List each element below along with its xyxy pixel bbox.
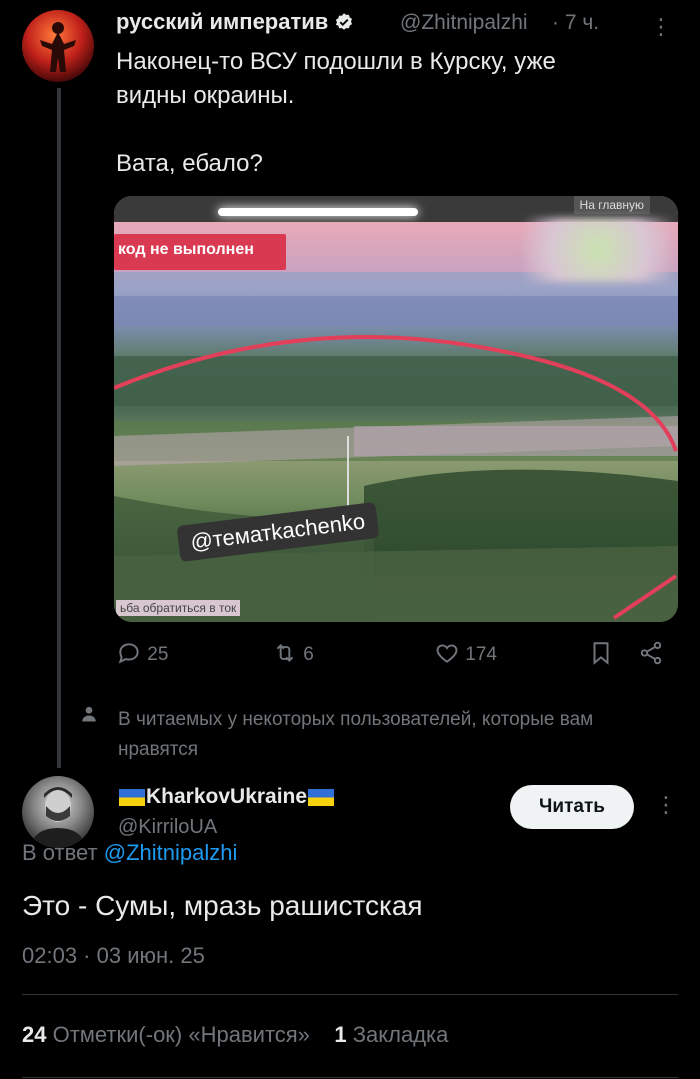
tweet-text: Наконец-то ВСУ подошли в Курску, уже вид… xyxy=(116,48,556,177)
likes-stat[interactable]: 24 Отметки(-ок) «Нравится» xyxy=(22,1022,310,1047)
image-bottom-text: ьба обратиться в ток xyxy=(116,600,241,616)
bookmarks-stat[interactable]: 1 Закладка xyxy=(334,1022,448,1047)
verified-icon xyxy=(336,13,353,30)
tweet-text: Это - Сумы, мразь рашистская xyxy=(22,890,423,921)
divider xyxy=(22,994,678,995)
reply-button[interactable]: 25 xyxy=(116,640,168,666)
more-options-icon[interactable]: ⋮ xyxy=(655,792,677,818)
like-button[interactable]: 174 xyxy=(434,640,497,666)
tweet-time[interactable]: · 7 ч. xyxy=(552,11,599,35)
heart-icon xyxy=(436,644,458,663)
ukraine-flag-icon xyxy=(118,787,146,807)
share-button[interactable] xyxy=(638,640,664,672)
retweet-button[interactable]: 6 xyxy=(272,640,314,666)
author-handle[interactable]: @Zhitnipalzhi xyxy=(400,11,528,35)
avatar[interactable] xyxy=(22,10,94,82)
author-handle[interactable]: @KirriloUA xyxy=(118,816,217,839)
social-context: В читаемых у некоторых пользователей, ко… xyxy=(118,709,594,760)
retweet-count: 6 xyxy=(303,644,314,665)
author-name[interactable]: русский императив xyxy=(116,9,354,35)
reply-icon xyxy=(118,643,139,664)
share-icon xyxy=(640,641,662,665)
follow-button[interactable]: Читать xyxy=(510,785,634,829)
reply-count: 25 xyxy=(147,644,169,665)
author-name[interactable]: KharkovUkraine xyxy=(118,785,336,809)
reply-prefix: В ответ xyxy=(22,840,98,865)
divider xyxy=(22,1077,678,1078)
tweet-timestamp[interactable]: 02:03 · 03 июн. 25 xyxy=(22,943,205,969)
tweet-stats: 24 Отметки(-ок) «Нравится» 1 Закладка xyxy=(22,1022,448,1048)
more-options-icon[interactable]: ⋮ xyxy=(650,14,672,40)
like-count: 174 xyxy=(465,644,497,665)
person-icon xyxy=(82,706,96,722)
tweet-image[interactable]: На главную код не выполнен @тематkachenk… xyxy=(114,196,678,622)
reply-context: В ответ @Zhitnipalzhi xyxy=(22,840,237,866)
reply-handle-link[interactable]: @Zhitnipalzhi xyxy=(104,840,238,865)
retweet-icon xyxy=(276,644,294,662)
bookmark-button[interactable] xyxy=(588,640,614,672)
avatar[interactable] xyxy=(22,776,94,848)
bookmark-icon xyxy=(593,642,609,665)
thread-line xyxy=(57,88,61,768)
ukraine-flag-icon xyxy=(307,787,336,807)
